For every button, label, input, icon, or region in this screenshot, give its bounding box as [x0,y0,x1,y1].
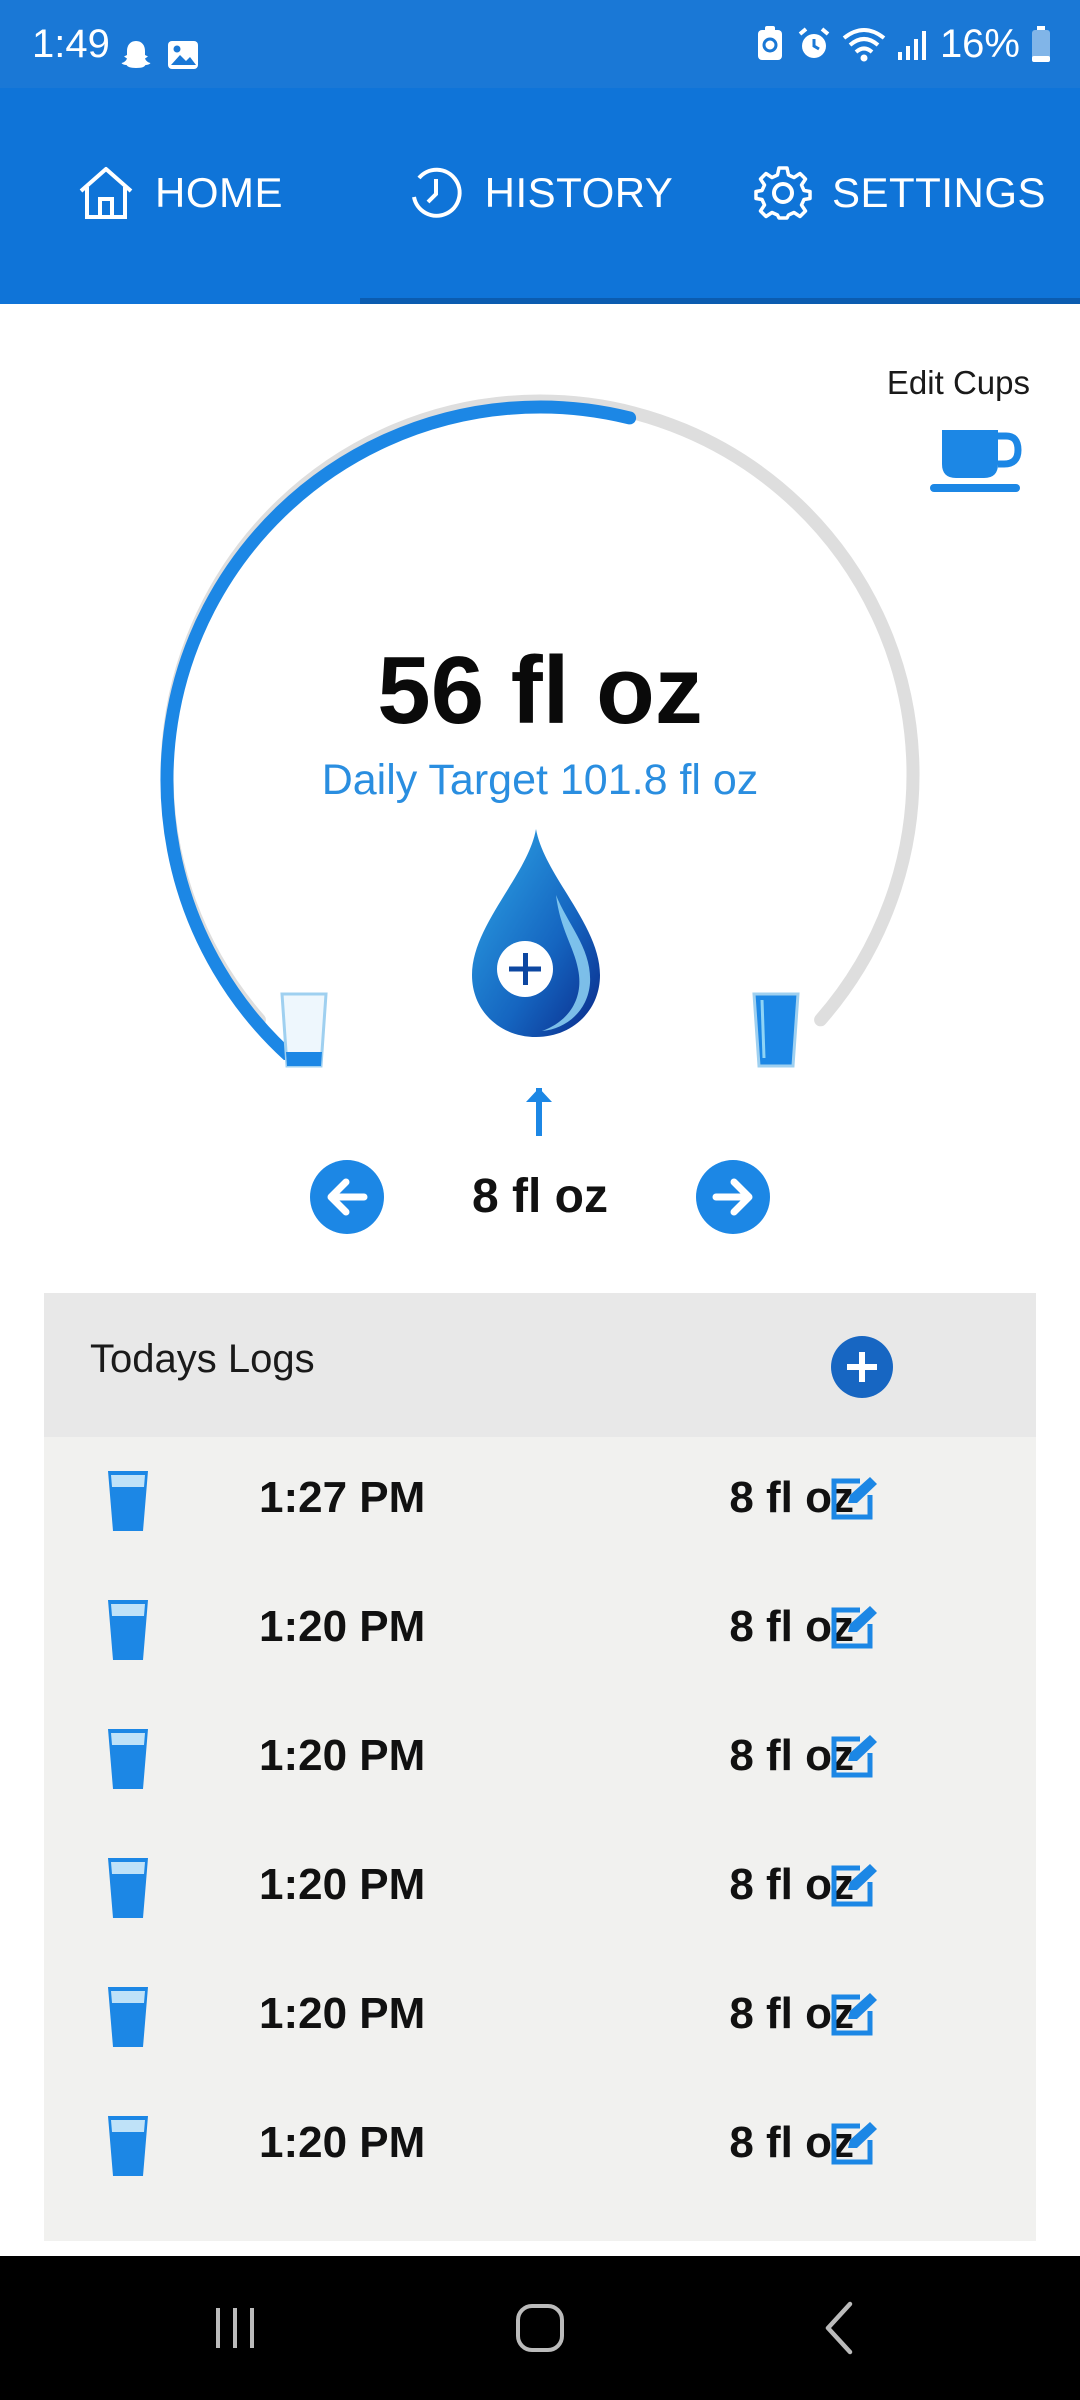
log-amount: 8 fl oz [729,2118,854,2167]
log-time: 1:20 PM [259,2118,426,2167]
empty-glass-icon [280,992,328,1068]
gear-icon [754,166,812,220]
logs-title: Todays Logs [90,1337,315,1381]
wifi-icon [842,28,886,62]
log-row: 1:20 PM 8 fl oz [44,2082,1036,2211]
edit-icon[interactable] [830,2120,880,2166]
previous-cup-button[interactable] [310,1160,384,1234]
recent-apps-icon [216,2308,254,2348]
add-log-button[interactable] [831,1336,893,1398]
log-amount: 8 fl oz [729,1731,854,1780]
edit-icon[interactable] [830,1862,880,1908]
log-time: 1:20 PM [259,1989,426,2038]
data-saver-icon [757,26,782,60]
status-system-icons: 16% [754,16,1052,72]
glass-icon [108,1987,148,2047]
edit-icon[interactable] [830,1991,880,2037]
gallery-icon [168,41,198,69]
tab-indicator [360,298,1080,304]
tab-history[interactable]: HISTORY [360,88,720,298]
up-arrow-icon [526,1088,552,1136]
todays-logs: Todays Logs 1:27 PM 8 fl oz 1:20 PM 8 fl… [44,1293,1036,2241]
status-bar: 1:49 16% [0,0,1080,88]
back-button[interactable] [740,2256,940,2400]
glass-icon [108,1471,148,1531]
tab-history-label: HISTORY [484,169,674,216]
battery-percent: 16% [939,22,1020,66]
home-icon [79,167,133,219]
edit-icon[interactable] [830,1733,880,1779]
logs-header: Todays Logs [44,1293,1036,1437]
arrow-right-icon [712,1178,753,1216]
tab-home-label: HOME [155,169,283,216]
cup-size-selector: 8 fl oz [0,1156,1080,1236]
log-row: 1:20 PM 8 fl oz [44,1695,1036,1824]
home-nav-icon [516,2304,564,2352]
log-time: 1:20 PM [259,1860,426,1909]
log-amount: 8 fl oz [729,1860,854,1909]
alarm-icon [798,27,830,58]
log-time: 1:20 PM [259,1602,426,1651]
log-time: 1:20 PM [259,1731,426,1780]
status-time: 1:49 [32,22,110,66]
cup-size-value: 8 fl oz [471,1170,608,1223]
recent-apps-button[interactable] [135,2256,335,2400]
tab-settings[interactable]: SETTINGS [720,88,1080,298]
plus-icon [847,1352,877,1382]
full-glass-icon [752,992,800,1068]
log-amount: 8 fl oz [729,1602,854,1651]
home-nav-button[interactable] [440,2256,640,2400]
daily-target: Daily Target 101.8 fl oz [321,756,759,804]
tab-home[interactable]: HOME [0,88,360,298]
glass-icon [108,1729,148,1789]
edit-icon[interactable] [830,1604,880,1650]
log-row: 1:20 PM 8 fl oz [44,1824,1036,1953]
history-icon [411,167,462,218]
log-amount: 8 fl oz [729,1989,854,2038]
arrow-left-icon [327,1178,368,1216]
battery-icon [1032,26,1050,62]
log-row: 1:20 PM 8 fl oz [44,1566,1036,1695]
edit-icon[interactable] [830,1475,880,1521]
snapchat-icon [121,41,151,68]
signal-icon [897,31,926,60]
intake-value: 56 fl oz [377,637,703,744]
add-water-button[interactable] [468,825,604,1040]
tab-bar: HOME HISTORY SETTINGS [0,88,1080,304]
system-nav-bar [0,2256,1080,2400]
glass-icon [108,2116,148,2176]
glass-icon [108,1858,148,1918]
next-cup-button[interactable] [696,1160,770,1234]
log-amount: 8 fl oz [729,1473,854,1522]
tab-settings-label: SETTINGS [831,169,1047,216]
log-row: 1:20 PM 8 fl oz [44,1953,1036,2082]
log-row: 1:27 PM 8 fl oz [44,1437,1036,1566]
back-icon [825,2301,853,2355]
glass-icon [108,1600,148,1660]
log-time: 1:27 PM [259,1473,426,1522]
status-notifications [118,38,200,74]
